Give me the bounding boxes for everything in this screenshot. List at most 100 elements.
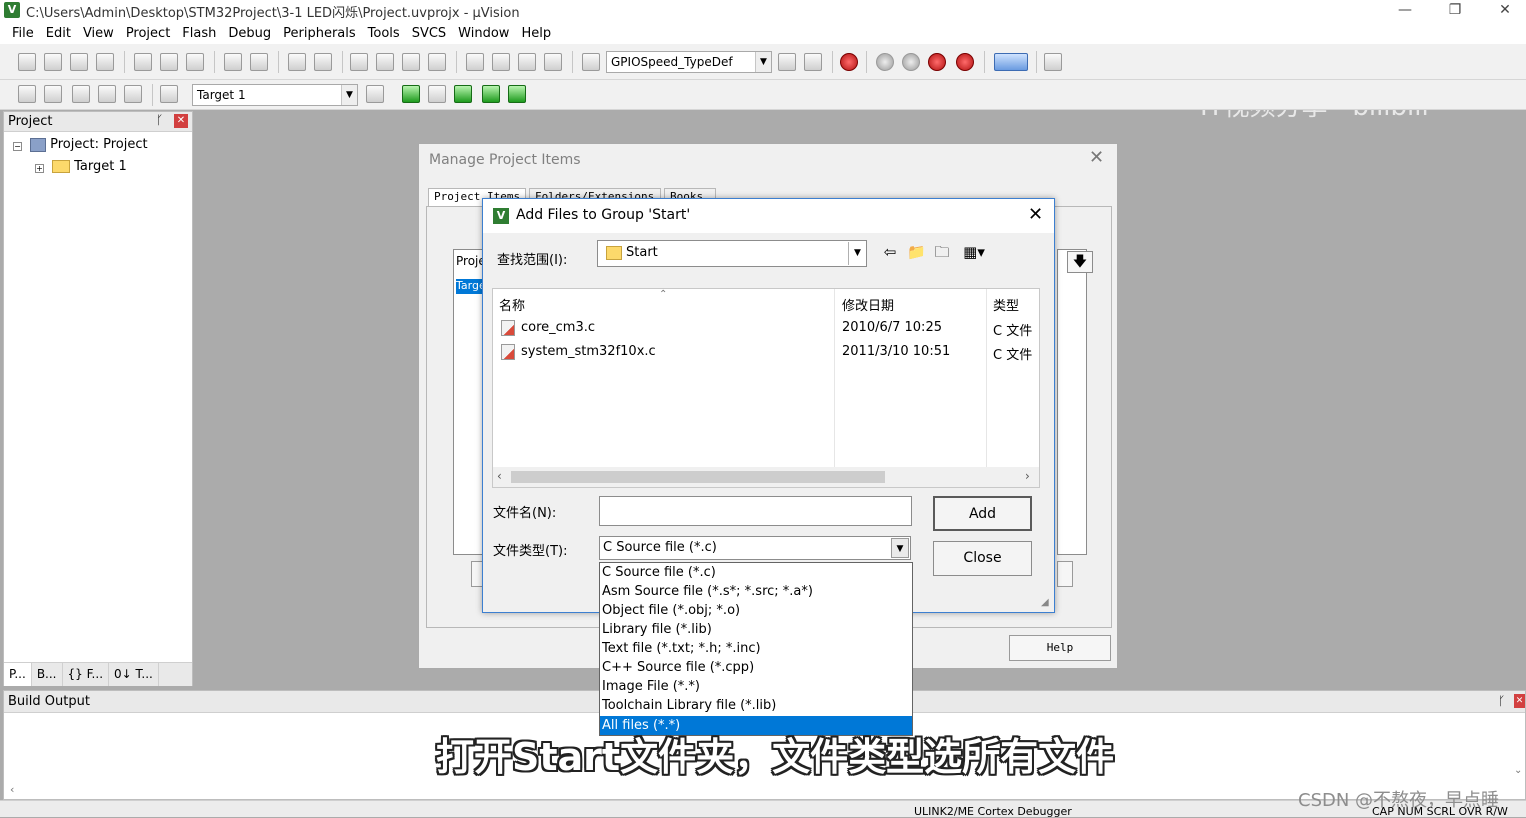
clear-bookmarks-icon[interactable] xyxy=(428,53,446,71)
chevron-down-icon[interactable]: ▼ xyxy=(341,85,357,105)
filetype-option[interactable]: C++ Source file (*.cpp) xyxy=(600,658,912,677)
build-icon[interactable] xyxy=(44,85,62,103)
collapse-icon[interactable]: − xyxy=(13,142,22,151)
menu-flash[interactable]: Flash xyxy=(176,26,222,41)
translate-icon[interactable] xyxy=(18,85,36,103)
filetype-option[interactable]: Image File (*.*) xyxy=(600,677,912,696)
resize-grip-icon[interactable]: ◢ xyxy=(1041,597,1049,608)
menu-tools[interactable]: Tools xyxy=(362,26,406,41)
uncomment-icon[interactable] xyxy=(544,53,562,71)
view-menu-icon[interactable]: ▦▾ xyxy=(959,243,989,261)
chevron-down-icon[interactable]: ▼ xyxy=(848,242,866,265)
table-row[interactable]: core_cm3.c 2010/6/7 10:25 C 文件 xyxy=(493,317,1039,339)
redo-icon[interactable] xyxy=(250,53,268,71)
menu-debug[interactable]: Debug xyxy=(222,26,277,41)
close-panel-icon[interactable]: ✕ xyxy=(174,114,188,128)
configure-wrench-icon[interactable] xyxy=(1044,53,1062,71)
menu-file[interactable]: File xyxy=(6,26,40,41)
scroll-left-icon[interactable]: ‹ xyxy=(10,783,14,796)
filetype-option[interactable]: Toolchain Library file (*.lib) xyxy=(600,696,912,715)
menu-view[interactable]: View xyxy=(77,26,120,41)
horizontal-scrollbar[interactable]: ‹ › xyxy=(493,467,1039,487)
pack-installer-icon[interactable] xyxy=(482,85,500,103)
close-window-button[interactable]: ✕ xyxy=(1482,0,1526,22)
close-panel-icon[interactable]: ✕ xyxy=(1514,694,1525,708)
dialog-button-edge[interactable] xyxy=(1057,561,1073,587)
rebuild-icon[interactable] xyxy=(72,85,90,103)
column-header-modified[interactable]: 修改日期 xyxy=(842,295,894,314)
batch-build-icon[interactable] xyxy=(98,85,116,103)
help-button[interactable]: Help xyxy=(1009,635,1111,661)
search-icon[interactable] xyxy=(778,53,796,71)
move-down-icon[interactable]: 🡇 xyxy=(1067,251,1093,273)
table-row[interactable]: system_stm32f10x.c 2011/3/10 10:51 C 文件 xyxy=(493,341,1039,363)
save-all-icon[interactable] xyxy=(96,53,114,71)
select-packs-icon[interactable] xyxy=(454,85,472,103)
kill-breakpoints-icon[interactable] xyxy=(956,53,974,71)
target-select[interactable]: Target 1 ▼ xyxy=(192,84,358,106)
filename-input[interactable] xyxy=(599,496,912,526)
close-icon[interactable]: ✕ xyxy=(1089,147,1104,168)
tab-project[interactable]: P... xyxy=(4,663,32,686)
filetype-option[interactable]: Object file (*.obj; *.o) xyxy=(600,601,912,620)
chevron-down-icon[interactable]: ▼ xyxy=(891,538,909,558)
tab-templates[interactable]: 0↓ T... xyxy=(109,663,159,686)
filetype-option[interactable]: Library file (*.lib) xyxy=(600,620,912,639)
menu-project[interactable]: Project xyxy=(120,26,176,41)
new-file-icon[interactable] xyxy=(18,53,36,71)
tree-item-target[interactable]: Target 1 xyxy=(52,159,127,174)
close-icon[interactable]: ✕ xyxy=(1028,204,1043,225)
menu-help[interactable]: Help xyxy=(515,26,557,41)
file-extensions-icon[interactable] xyxy=(428,85,446,103)
open-file-icon[interactable] xyxy=(44,53,62,71)
pin-icon[interactable]: ᚴ xyxy=(156,113,163,127)
scroll-left-icon[interactable]: ‹ xyxy=(497,469,502,483)
menu-peripherals[interactable]: Peripherals xyxy=(277,26,362,41)
new-folder-icon[interactable]: 🗀 xyxy=(933,243,951,261)
disable-breakpoint-icon[interactable] xyxy=(902,53,920,71)
menu-svcs[interactable]: SVCS xyxy=(406,26,452,41)
menu-window[interactable]: Window xyxy=(452,26,515,41)
bookmark-icon[interactable] xyxy=(350,53,368,71)
start-debug-icon[interactable] xyxy=(840,53,858,71)
look-in-select[interactable]: Start ▼ xyxy=(597,240,867,267)
stop-build-icon[interactable] xyxy=(124,85,142,103)
undo-icon[interactable] xyxy=(224,53,242,71)
disable-all-breakpoints-icon[interactable] xyxy=(928,53,946,71)
breakpoint-icon[interactable] xyxy=(876,53,894,71)
column-header-name[interactable]: 名称 xyxy=(499,295,525,314)
add-button[interactable]: Add xyxy=(933,496,1032,531)
next-bookmark-icon[interactable] xyxy=(402,53,420,71)
indent-icon[interactable] xyxy=(466,53,484,71)
scroll-right-icon[interactable]: › xyxy=(1025,469,1030,483)
cut-icon[interactable] xyxy=(134,53,152,71)
filetype-select[interactable]: C Source file (*.c) ▼ xyxy=(599,536,911,560)
restore-button[interactable]: ❐ xyxy=(1432,0,1478,22)
run-time-environment-icon[interactable] xyxy=(508,85,526,103)
nav-back-icon[interactable] xyxy=(288,53,306,71)
close-button[interactable]: Close xyxy=(933,541,1032,576)
scrollbar-thumb[interactable] xyxy=(511,471,885,483)
download-icon[interactable] xyxy=(160,85,178,103)
paste-icon[interactable] xyxy=(186,53,204,71)
column-header-type[interactable]: 类型 xyxy=(993,295,1019,314)
tree-item-project[interactable]: Project: Project xyxy=(30,137,148,152)
back-arrow-icon[interactable]: ⇦ xyxy=(881,243,899,261)
pin-icon[interactable]: ᚴ xyxy=(1498,694,1505,708)
filetype-option[interactable]: Text file (*.txt; *.h; *.inc) xyxy=(600,639,912,658)
minimize-button[interactable]: — xyxy=(1382,0,1428,22)
tab-functions[interactable]: {} F... xyxy=(63,663,110,686)
scroll-down-icon[interactable]: ⌄ xyxy=(1514,765,1522,776)
nav-forward-icon[interactable] xyxy=(314,53,332,71)
unindent-icon[interactable] xyxy=(492,53,510,71)
window-layout-icon[interactable] xyxy=(994,53,1028,71)
up-folder-icon[interactable]: 📁 xyxy=(907,243,926,261)
tab-books[interactable]: B... xyxy=(32,663,63,686)
expand-icon[interactable]: + xyxy=(35,164,44,173)
target-options-icon[interactable] xyxy=(366,85,384,103)
incremental-find-icon[interactable] xyxy=(804,53,822,71)
find-in-files-icon[interactable] xyxy=(582,53,600,71)
find-combo[interactable]: GPIOSpeed_TypeDef ▼ xyxy=(606,51,772,73)
filetype-option[interactable]: Asm Source file (*.s*; *.src; *.a*) xyxy=(600,582,912,601)
copy-icon[interactable] xyxy=(160,53,178,71)
